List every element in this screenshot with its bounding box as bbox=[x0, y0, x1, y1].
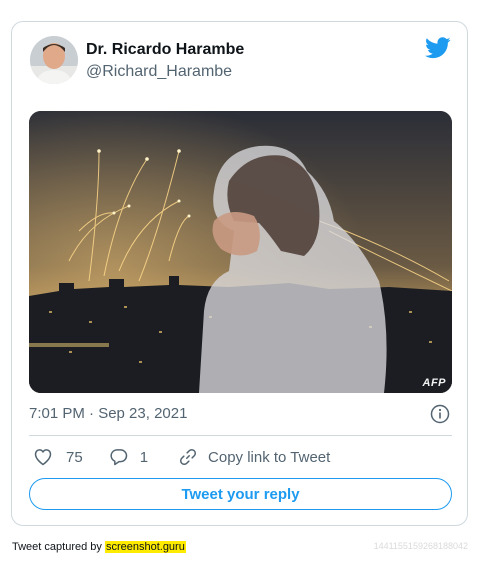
display-name[interactable]: Dr. Ricardo Harambe bbox=[86, 41, 244, 59]
user-handle[interactable]: @Richard_Harambe bbox=[86, 62, 232, 82]
avatar[interactable] bbox=[30, 36, 78, 84]
tweet-reply-button[interactable]: Tweet your reply bbox=[29, 478, 452, 510]
tweet-actions: 75 1 Copy link to Tweet bbox=[29, 445, 452, 469]
reply-button[interactable]: 1 bbox=[109, 447, 148, 467]
tweet-card: Dr. Ricardo Harambe @Richard_Harambe AFP… bbox=[11, 21, 468, 526]
reply-bubble-icon bbox=[110, 449, 127, 466]
reply-count: 1 bbox=[139, 448, 149, 466]
tweet-timestamp[interactable]: 7:01 PM · Sep 23, 2021 bbox=[29, 404, 187, 424]
tweet-id: 1441155159268188042 bbox=[373, 541, 468, 551]
like-count: 75 bbox=[66, 448, 83, 466]
copy-link-button[interactable]: Copy link to Tweet bbox=[178, 447, 330, 467]
heart-icon bbox=[34, 449, 52, 466]
tweet-media-image[interactable]: AFP bbox=[29, 111, 452, 393]
like-button[interactable]: 75 bbox=[33, 447, 83, 467]
link-icon bbox=[180, 448, 197, 466]
capture-credit: Tweet captured by screenshot.guru bbox=[12, 541, 186, 553]
info-icon[interactable] bbox=[430, 404, 450, 424]
media-watermark: AFP bbox=[422, 377, 446, 389]
divider bbox=[29, 435, 452, 436]
copy-link-label: Copy link to Tweet bbox=[208, 448, 331, 466]
capture-site-link[interactable]: screenshot.guru bbox=[104, 541, 186, 553]
twitter-bird-icon[interactable] bbox=[425, 37, 451, 59]
capture-credit-prefix: Tweet captured by bbox=[12, 541, 105, 553]
